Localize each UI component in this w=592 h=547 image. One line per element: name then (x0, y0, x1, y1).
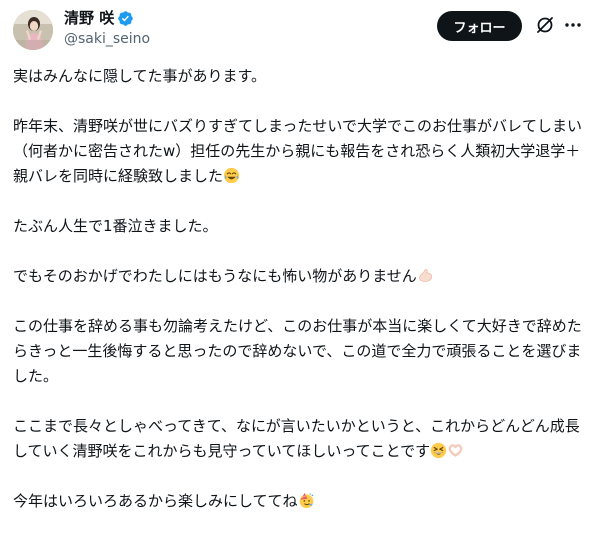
display-name[interactable]: 清野 咲 (64, 8, 114, 28)
tweet-paragraph: 実はみんなに隠してた事があります。 (13, 64, 583, 89)
tweet-paragraph: でもそのおかげでわたしにはもうなにも怖い物がありません (13, 264, 583, 289)
tweet-paragraph-text: ここまで長々としゃべってきて、なにが言いたいかというと、これからどんどん成長して… (13, 417, 580, 460)
avatar[interactable] (13, 10, 53, 50)
tweet-paragraph-text: この仕事を辞める事も勿論考えたけど、このお仕事が本当に楽しくて大好きで辞めたらき… (13, 317, 582, 385)
grinning-squinting-face-icon (430, 442, 447, 459)
face-with-tears-of-joy-icon (223, 167, 240, 184)
author-handle[interactable]: @saki_seino (64, 29, 150, 49)
tweet-paragraph: この仕事を辞める事も勿論考えたけど、このお仕事が本当に楽しくて大好きで辞めたらき… (13, 314, 583, 389)
partying-face-icon (298, 492, 315, 509)
grok-icon[interactable] (535, 15, 555, 35)
tweet-paragraph: たぶん人生で1番泣きました。 (13, 214, 583, 239)
tweet-paragraph: 昨年末、清野咲が世にバズりすぎてしまったせいで大学でこのお仕事がバレてしまい（何… (13, 114, 583, 189)
tweet-header: 清野 咲 @saki_seino フォロー (0, 0, 592, 56)
verified-badge-icon (117, 10, 134, 27)
tweet-paragraph: 今年はいろいろあるから楽しみにしててね (13, 489, 583, 514)
avatar-image (13, 10, 53, 50)
follow-button[interactable]: フォロー (437, 11, 522, 41)
tweet-text: 実はみんなに隠してた事があります。 昨年末、清野咲が世にバズりすぎてしまったせい… (13, 64, 583, 514)
more-horizontal-icon[interactable] (563, 15, 583, 35)
tweet-paragraph-text: 昨年末、清野咲が世にバズりすぎてしまったせいで大学でこのお仕事がバレてしまい（何… (13, 117, 582, 185)
heart-hands-icon (447, 442, 464, 459)
display-name-row: 清野 咲 (64, 8, 150, 28)
tweet-paragraph-text: たぶん人生で1番泣きました。 (13, 217, 218, 235)
author-block[interactable]: 清野 咲 @saki_seino (64, 8, 150, 49)
tweet-paragraph: ここまで長々としゃべってきて、なにが言いたいかというと、これからどんどん成長して… (13, 414, 583, 464)
flexed-biceps-icon (417, 267, 434, 284)
tweet-paragraph-text: 今年はいろいろあるから楽しみにしててね (13, 492, 298, 510)
tweet-paragraph-text: 実はみんなに隠してた事があります。 (13, 67, 267, 85)
tweet-paragraph-text: でもそのおかげでわたしにはもうなにも怖い物がありません (13, 267, 417, 285)
